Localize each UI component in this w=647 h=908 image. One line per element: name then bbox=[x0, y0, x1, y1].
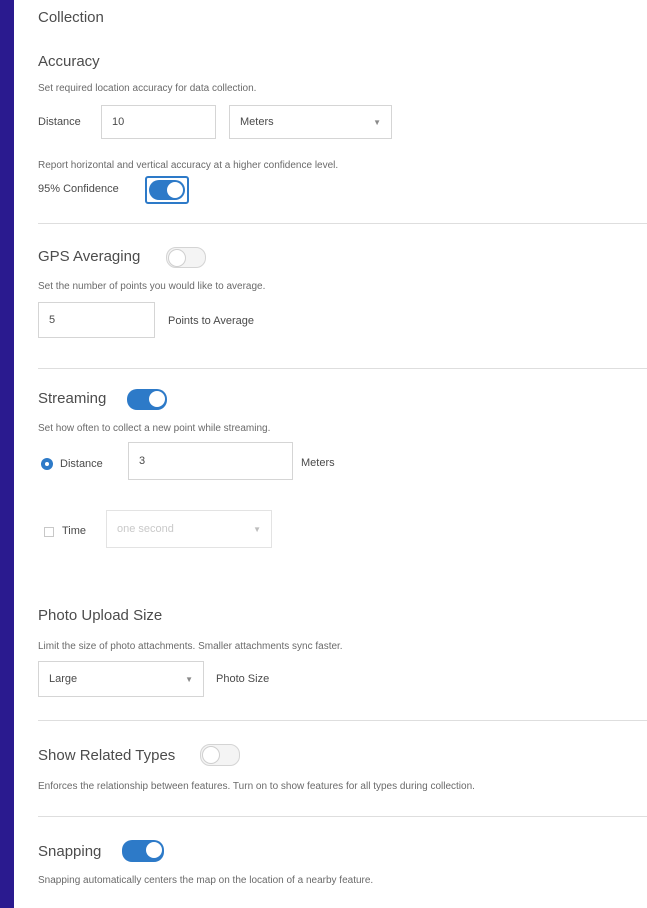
accuracy-unit-value: Meters bbox=[240, 116, 274, 128]
related-types-heading: Show Related Types bbox=[38, 747, 176, 764]
photo-size-value: Large bbox=[49, 673, 78, 685]
streaming-distance-unit: Meters bbox=[301, 457, 335, 469]
related-types-description: Enforces the relationship between featur… bbox=[38, 781, 475, 792]
points-value: 5 bbox=[49, 314, 56, 326]
divider bbox=[38, 368, 647, 369]
page-title: Collection bbox=[38, 9, 104, 26]
photo-size-label: Photo Size bbox=[216, 673, 270, 685]
toggle-knob bbox=[168, 249, 186, 267]
accuracy-distance-label: Distance bbox=[38, 116, 81, 128]
snapping-heading: Snapping bbox=[38, 843, 102, 860]
toggle-knob bbox=[149, 391, 165, 407]
divider bbox=[38, 720, 647, 721]
accuracy-unit-select[interactable]: Meters ▼ bbox=[229, 105, 392, 139]
photo-upload-heading: Photo Upload Size bbox=[38, 607, 163, 624]
streaming-time-select[interactable]: one second ▼ bbox=[106, 510, 272, 548]
accuracy-distance-value: 10 bbox=[112, 116, 125, 128]
streaming-description: Set how often to collect a new point whi… bbox=[38, 423, 271, 434]
settings-panel: Collection Accuracy Set required locatio… bbox=[14, 0, 647, 908]
streaming-toggle[interactable] bbox=[127, 389, 167, 410]
snapping-toggle[interactable] bbox=[122, 840, 164, 862]
toggle-knob bbox=[167, 182, 183, 198]
chevron-down-icon: ▼ bbox=[373, 117, 381, 127]
photo-upload-description: Limit the size of photo attachments. Sma… bbox=[38, 641, 343, 652]
gps-averaging-heading: GPS Averaging bbox=[38, 248, 141, 265]
snapping-description: Snapping automatically centers the map o… bbox=[38, 875, 374, 886]
streaming-distance-input[interactable]: 3 bbox=[128, 442, 293, 480]
confidence-toggle[interactable] bbox=[149, 180, 185, 200]
accuracy-report-text: Report horizontal and vertical accuracy … bbox=[38, 160, 339, 171]
accuracy-distance-input[interactable]: 10 bbox=[101, 105, 216, 139]
photo-size-select[interactable]: Large ▼ bbox=[38, 661, 204, 697]
streaming-distance-value: 3 bbox=[139, 455, 146, 467]
points-to-average-label: Points to Average bbox=[168, 315, 255, 327]
gps-averaging-toggle[interactable] bbox=[166, 247, 206, 268]
streaming-heading: Streaming bbox=[38, 390, 107, 407]
points-to-average-input[interactable]: 5 bbox=[38, 302, 155, 338]
chevron-down-icon: ▼ bbox=[253, 524, 261, 534]
streaming-distance-label: Distance bbox=[60, 458, 103, 470]
accuracy-heading: Accuracy bbox=[38, 53, 100, 70]
time-checkbox[interactable] bbox=[44, 527, 54, 537]
confidence-label: 95% Confidence bbox=[38, 183, 119, 195]
chevron-down-icon: ▼ bbox=[185, 674, 193, 684]
gps-averaging-description: Set the number of points you would like … bbox=[38, 281, 266, 292]
related-types-toggle[interactable] bbox=[200, 744, 240, 766]
divider bbox=[38, 816, 647, 817]
toggle-knob bbox=[146, 842, 162, 858]
accuracy-description: Set required location accuracy for data … bbox=[38, 83, 257, 94]
distance-radio[interactable] bbox=[41, 458, 53, 470]
streaming-time-label: Time bbox=[62, 525, 87, 537]
toggle-knob bbox=[202, 746, 220, 764]
streaming-time-value: one second bbox=[117, 523, 174, 535]
divider bbox=[38, 223, 647, 224]
